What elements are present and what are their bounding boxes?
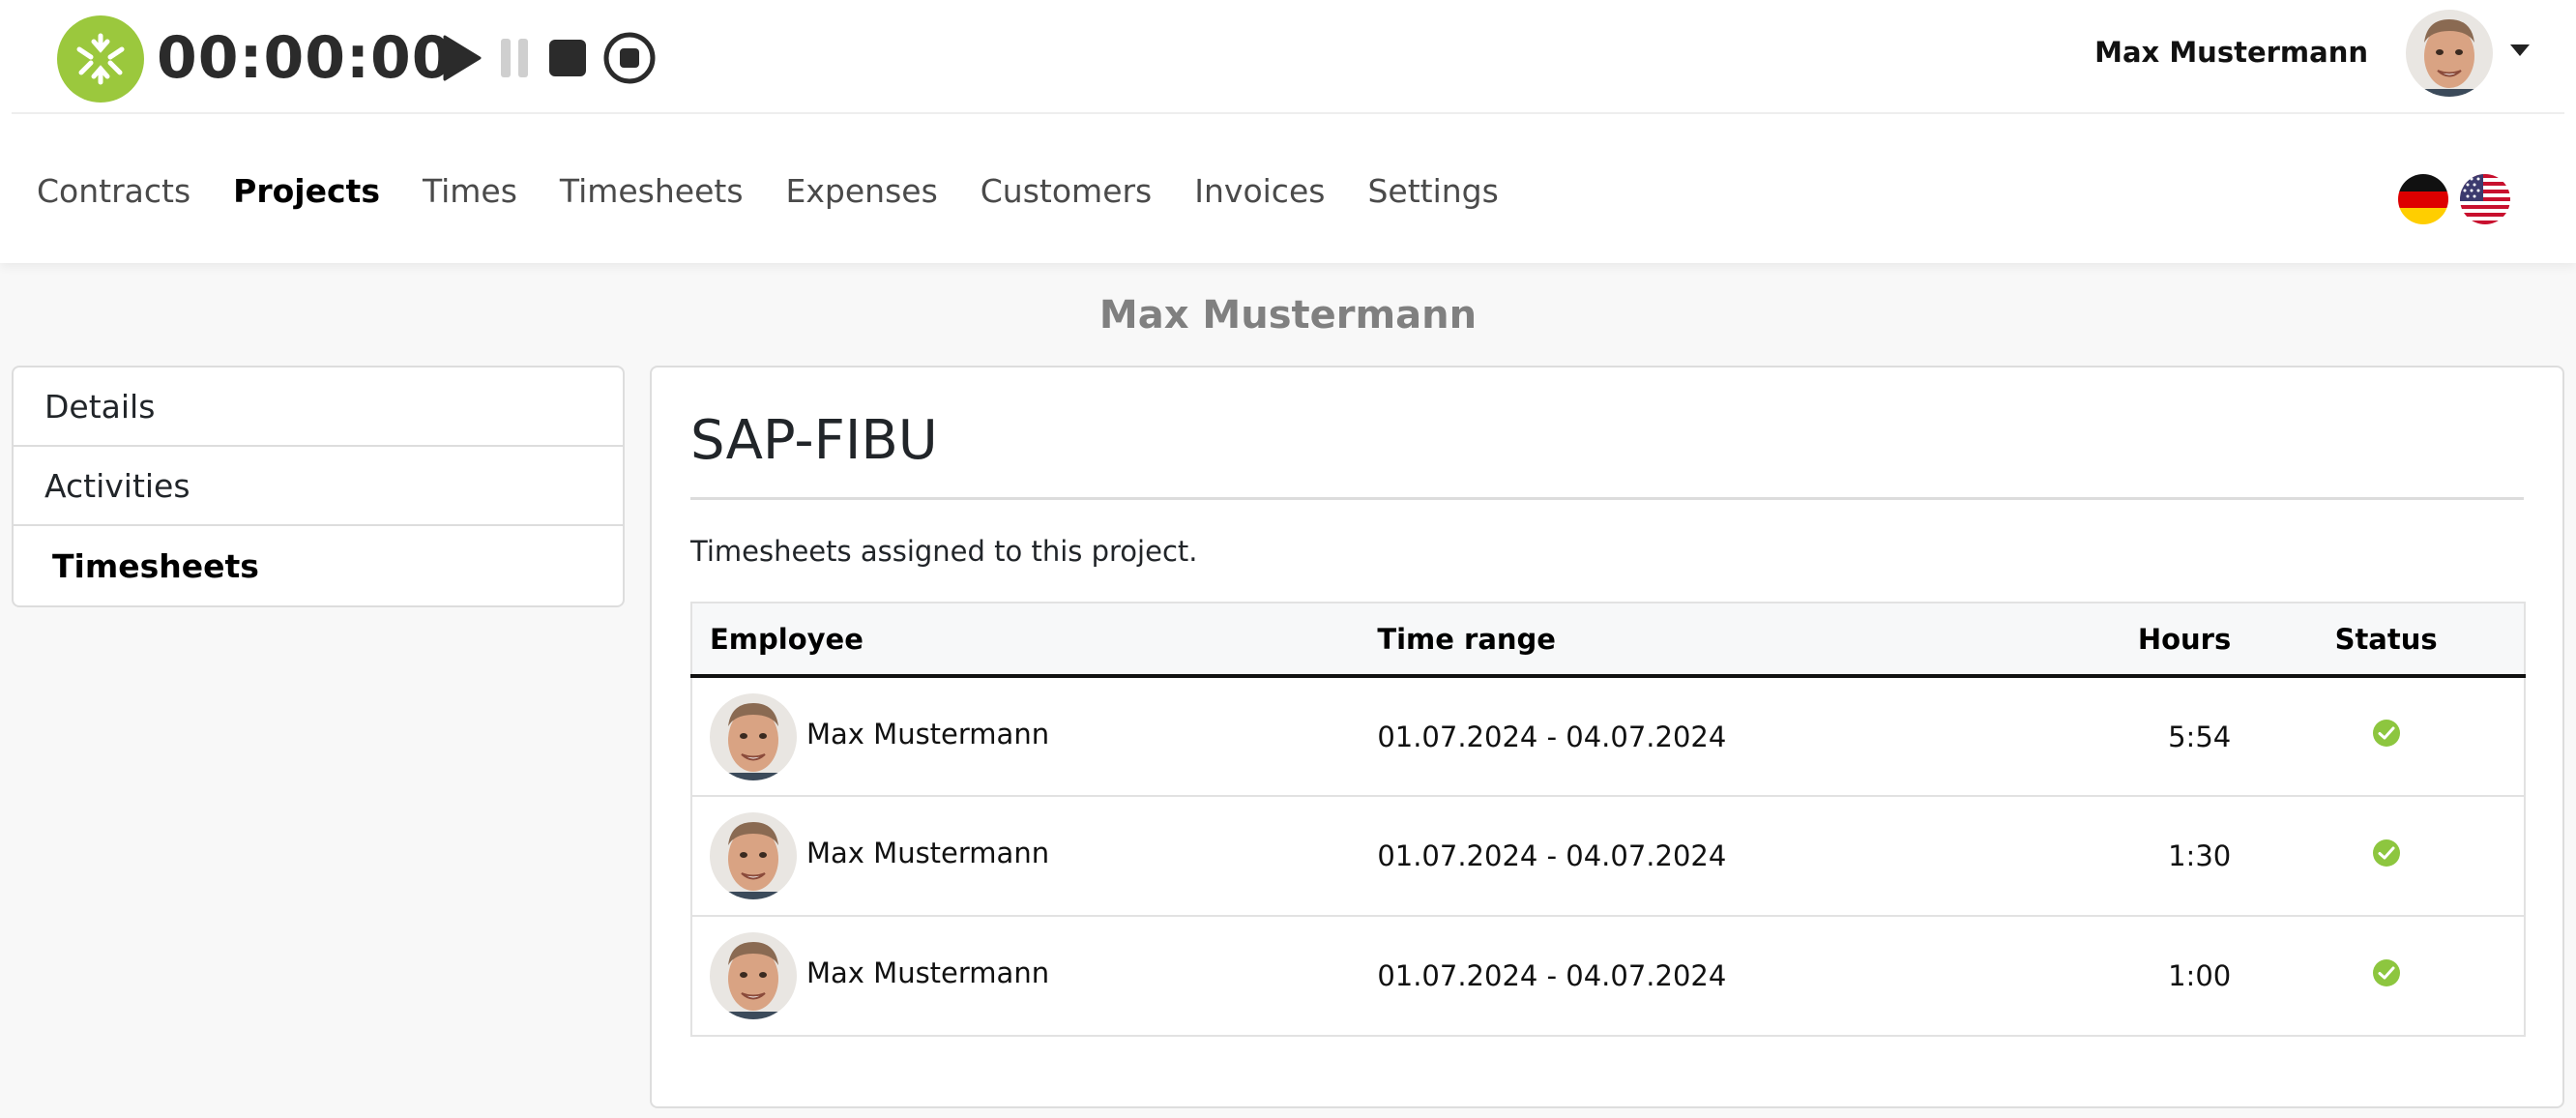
stop-circle-icon — [603, 32, 656, 84]
nav-projects[interactable]: Projects — [233, 170, 380, 213]
employee-avatar-icon — [710, 692, 797, 780]
flag-de-icon — [2398, 174, 2448, 224]
employee-avatar — [710, 692, 797, 780]
language-en-button[interactable] — [2460, 174, 2510, 224]
project-card: SAP-FIBU Timesheets assigned to this pro… — [650, 366, 2564, 1108]
employee-cell: Max Mustermann — [691, 676, 1361, 797]
timer-bar: 00:00:00 Max Mustermann — [12, 0, 2564, 114]
page-title: Max Mustermann — [1098, 293, 1478, 338]
hours-cell: 1:00 — [2168, 959, 2232, 992]
time-range-cell: 01.07.2024 - 04.07.2024 — [1360, 796, 2036, 917]
employee-cell: Max Mustermann — [691, 916, 1360, 1036]
user-avatar[interactable] — [2406, 10, 2493, 97]
side-menu-activities[interactable]: Activities — [14, 447, 623, 526]
time-range-cell: 01.07.2024 - 04.07.2024 — [1360, 676, 2036, 797]
timer-display: 00:00:00 — [157, 24, 454, 92]
app-header: 00:00:00 Max Mustermann Contracts Projec… — [0, 0, 2576, 263]
nav-contracts[interactable]: Contracts — [37, 170, 190, 213]
check-circle-icon — [2372, 958, 2400, 986]
main-nav: Contracts Projects Times Timesheets Expe… — [37, 170, 1541, 213]
pause-button[interactable] — [485, 29, 543, 87]
employee-name: Max Mustermann — [806, 717, 1050, 750]
title-divider — [690, 497, 2524, 500]
nav-settings[interactable]: Settings — [1367, 170, 1498, 213]
nav-expenses[interactable]: Expenses — [786, 170, 938, 213]
pause-icon — [501, 39, 528, 77]
logo-icon — [76, 33, 125, 85]
header-employee[interactable]: Employee — [691, 603, 1361, 678]
header-status[interactable]: Status — [2248, 603, 2525, 678]
stop-button[interactable] — [539, 29, 597, 87]
side-menu-timesheets[interactable]: Timesheets — [14, 526, 623, 605]
timesheets-table: Employee Time range Hours Status Max Mus… — [690, 602, 2526, 1037]
side-menu-details[interactable]: Details — [14, 368, 623, 447]
project-name: SAP-FIBU — [690, 409, 938, 472]
hours-cell: 5:54 — [2035, 676, 2249, 797]
stop-icon — [549, 40, 586, 76]
project-description: Timesheets assigned to this project. — [690, 535, 1198, 568]
employee-avatar-icon — [710, 812, 797, 899]
nav-invoices[interactable]: Invoices — [1194, 170, 1325, 213]
table-row[interactable]: Max Mustermann 01.07.2024 - 04.07.2024 1… — [691, 916, 2525, 1036]
employee-avatar — [710, 932, 797, 1019]
status-cell — [2248, 796, 2525, 917]
table-row[interactable]: Max Mustermann 01.07.2024 - 04.07.2024 5… — [691, 676, 2525, 797]
app-logo[interactable] — [57, 15, 144, 103]
table-header-row: Employee Time range Hours Status — [691, 603, 2525, 678]
play-button[interactable] — [433, 29, 491, 87]
nav-customers[interactable]: Customers — [981, 170, 1153, 213]
user-name[interactable]: Max Mustermann — [2094, 33, 2368, 72]
hours-cell: 1:30 — [2035, 796, 2249, 917]
employee-avatar-icon — [710, 932, 797, 1019]
employee-cell: Max Mustermann — [691, 796, 1361, 917]
status-cell — [2248, 676, 2525, 797]
language-de-button[interactable] — [2398, 174, 2448, 224]
play-icon — [443, 35, 482, 81]
header-hours[interactable]: Hours — [2035, 603, 2249, 678]
project-side-menu: Details Activities Timesheets — [12, 366, 625, 607]
table-row[interactable]: Max Mustermann 01.07.2024 - 04.07.2024 1… — [691, 796, 2525, 917]
nav-timesheets[interactable]: Timesheets — [560, 170, 744, 213]
time-range-cell: 01.07.2024 - 04.07.2024 — [1377, 959, 1727, 992]
status-cell — [2248, 916, 2525, 1036]
user-avatar-icon — [2406, 10, 2493, 97]
nav-times[interactable]: Times — [423, 170, 517, 213]
stop-circle-button[interactable] — [600, 29, 659, 87]
header-time-range[interactable]: Time range — [1360, 603, 2036, 678]
user-menu-caret-icon[interactable] — [2508, 41, 2532, 60]
flag-us-icon — [2460, 174, 2510, 224]
check-circle-icon — [2372, 720, 2400, 747]
employee-avatar — [710, 812, 797, 899]
check-circle-icon — [2372, 838, 2400, 867]
employee-name: Max Mustermann — [806, 956, 1050, 989]
employee-name: Max Mustermann — [806, 837, 1050, 869]
